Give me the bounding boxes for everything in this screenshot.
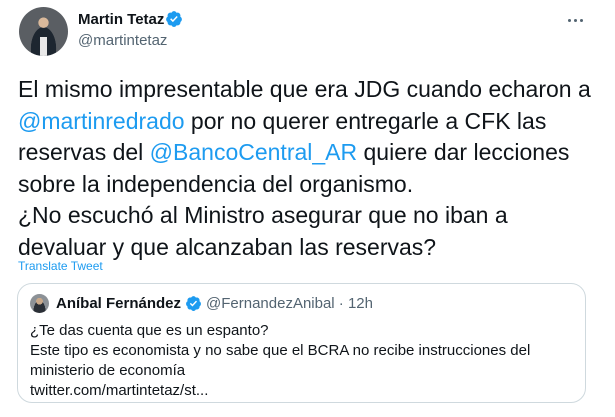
mention-link[interactable]: @BancoCentral_AR [150, 139, 357, 165]
author-avatar[interactable] [19, 7, 68, 56]
tweet-text: El mismo impresentable que era JDG cuand… [18, 74, 598, 263]
tweet-text-segment: sobre la independencia del organismo. [18, 170, 414, 197]
verified-badge-icon [166, 11, 182, 27]
translate-tweet-link[interactable]: Translate Tweet [18, 259, 103, 273]
quoted-text-line: ¿Te das cuenta que es un espanto? [30, 322, 269, 339]
tweet-text-segment: ¿No escuchó al Ministro asegurar que no … [18, 202, 508, 228]
quoted-author-name: Aníbal Fernández [56, 295, 182, 312]
tweet-text-segment: reservas del [18, 139, 150, 165]
quoted-author-avatar [30, 294, 49, 313]
tweet-text-line: sobre la independencia del organismo. [18, 169, 598, 201]
quoted-tweet-text: ¿Te das cuenta que es un espanto? Este t… [30, 321, 570, 401]
quoted-text-line: ministerio de economía [30, 362, 186, 379]
verified-badge-icon [186, 296, 201, 311]
tweet-text-line: ¿No escuchó al Ministro asegurar que no … [18, 200, 598, 232]
author-handle[interactable]: @martintetaz [78, 32, 167, 49]
quoted-link[interactable]: twitter.com/martintetaz/st... [30, 381, 570, 401]
mention-link[interactable]: @martinredrado [18, 108, 185, 134]
tweet-text-line: El mismo impresentable que era JDG cuand… [18, 74, 598, 106]
tweet-text-segment: por no querer entregarle a CFK las [184, 107, 547, 134]
more-options-icon[interactable] [568, 12, 588, 24]
tweet-text-line: @martinredrado por no querer entregarle … [18, 106, 598, 138]
quoted-author-handle-time: @FernandezAnibal · 12h [206, 295, 373, 312]
tweet-card: Martin Tetaz @martintetaz El mismo impre… [0, 0, 615, 417]
tweet-text-segment: devaluar y que alcanzaban las reservas? [18, 233, 437, 260]
author-name[interactable]: Martin Tetaz [78, 11, 164, 28]
tweet-text-line: reservas del @BancoCentral_AR quiere dar… [18, 137, 598, 169]
tweet-text-segment: El mismo impresentable que era JDG cuand… [18, 76, 591, 102]
quoted-tweet[interactable]: Aníbal Fernández @FernandezAnibal · 12h … [17, 283, 586, 403]
tweet-text-line: devaluar y que alcanzaban las reservas? [18, 232, 598, 264]
quoted-text-line: Este tipo es economista y no sabe que el… [30, 342, 531, 359]
tweet-text-segment: quiere dar lecciones [357, 139, 570, 165]
